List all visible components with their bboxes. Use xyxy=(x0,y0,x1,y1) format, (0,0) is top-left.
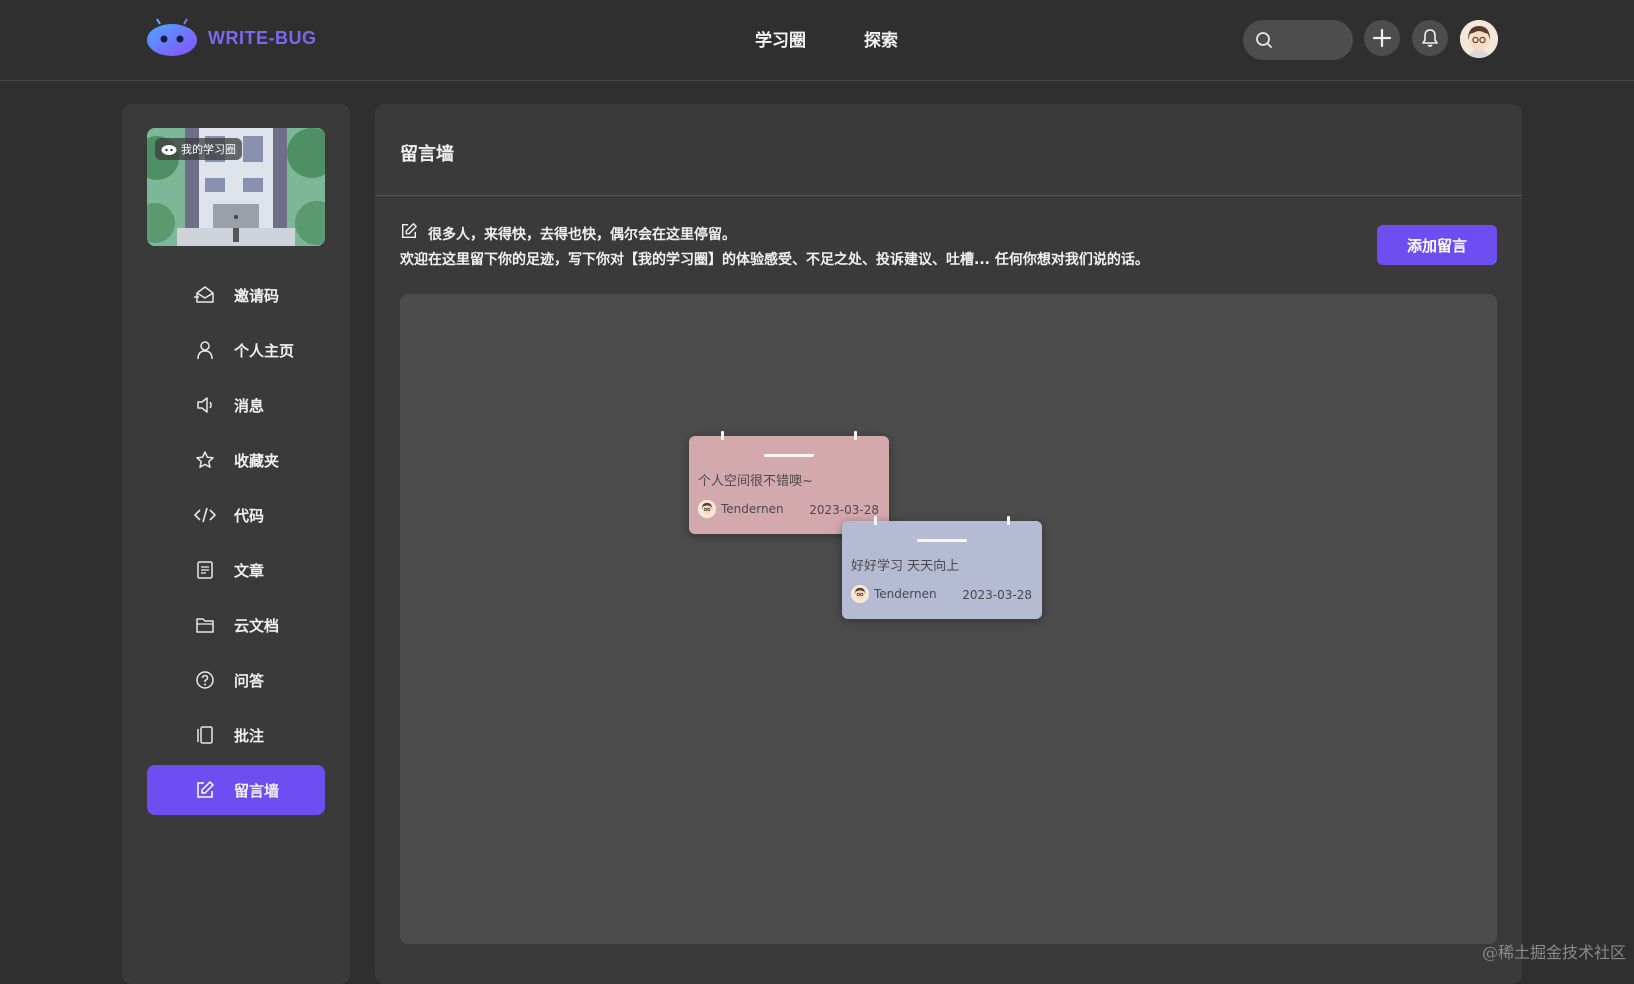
sidebar-item-favorites[interactable]: 收藏夹 xyxy=(147,435,325,485)
title-divider xyxy=(375,195,1522,196)
sidebar-item-label: 留言墙 xyxy=(234,781,280,800)
invite-icon xyxy=(194,284,216,306)
document-icon xyxy=(194,559,216,581)
plus-icon xyxy=(1372,28,1392,48)
note-drag-handle[interactable] xyxy=(764,454,814,457)
top-bar: WRITE-BUG 学习圈 探索 xyxy=(0,0,1634,81)
author-name: Tendernen xyxy=(721,502,784,516)
sidebar-item-label: 个人主页 xyxy=(234,341,295,360)
add-message-button[interactable]: 添加留言 xyxy=(1377,225,1497,265)
note-date: 2023-03-28 xyxy=(809,503,879,517)
message-note[interactable]: 个人空间很不错噢~ Tendernen 2023-03-28 xyxy=(689,431,889,534)
nav-explore[interactable]: 探索 xyxy=(864,26,898,51)
note-pin xyxy=(721,431,724,440)
banner-label: 我的学习圈 xyxy=(181,143,236,156)
search-input[interactable] xyxy=(1243,20,1353,60)
logo-robot-icon xyxy=(147,18,197,56)
note-pin xyxy=(1007,516,1010,525)
intro-line-1: 很多人，来得快，去得也快，偶尔会在这里停留。 xyxy=(428,227,736,243)
star-icon xyxy=(194,449,216,471)
nav-study-circle[interactable]: 学习圈 xyxy=(755,26,806,51)
sidebar-item-code[interactable]: 代码 xyxy=(147,490,325,540)
page-title: 留言墙 xyxy=(400,144,454,165)
search-icon xyxy=(1256,32,1272,48)
sidebar-item-qa[interactable]: 问答 xyxy=(147,655,325,705)
sidebar-item-articles[interactable]: 文章 xyxy=(147,545,325,595)
author-avatar xyxy=(698,500,716,518)
annotation-icon xyxy=(194,724,216,746)
question-icon xyxy=(194,669,216,691)
add-button[interactable] xyxy=(1364,20,1400,56)
study-circle-banner[interactable]: 我的学习圈 xyxy=(147,128,325,246)
sidebar-item-label: 邀请码 xyxy=(234,286,280,305)
author-name: Tendernen xyxy=(874,587,937,601)
robot-icon xyxy=(161,145,177,155)
note-text: 个人空间很不错噢~ xyxy=(698,474,813,489)
code-icon xyxy=(194,504,216,526)
logo-text: WRITE-BUG xyxy=(208,27,317,48)
sidebar-item-label: 消息 xyxy=(234,396,265,415)
sidebar-item-messages[interactable]: 消息 xyxy=(147,380,325,430)
notification-button[interactable] xyxy=(1412,20,1448,56)
note-author: Tendernen xyxy=(851,585,937,603)
sidebar-item-message-wall[interactable]: 留言墙 xyxy=(147,765,325,815)
sidebar-item-profile[interactable]: 个人主页 xyxy=(147,325,325,375)
note-pin xyxy=(874,516,877,525)
edit-icon xyxy=(194,779,216,801)
avatar-icon xyxy=(1460,20,1498,58)
user-icon xyxy=(194,339,216,361)
message-note[interactable]: 好好学习 天天向上 Tendernen 2023-03-28 xyxy=(842,516,1042,619)
note-date: 2023-03-28 xyxy=(962,588,1032,602)
sidebar-item-annotations[interactable]: 批注 xyxy=(147,710,325,760)
edit-icon xyxy=(400,222,418,248)
folder-icon xyxy=(194,614,216,636)
main-panel: 留言墙 很多人，来得快，去得也快，偶尔会在这里停留。 欢迎在这里留下你的足迹，写… xyxy=(375,104,1522,984)
sidebar-item-cloud-docs[interactable]: 云文档 xyxy=(147,600,325,650)
intro-text: 很多人，来得快，去得也快，偶尔会在这里停留。 欢迎在这里留下你的足迹，写下你对【… xyxy=(400,222,1149,272)
sidebar: 我的学习圈 邀请码 个人主页 消息 收藏夹 代码 文章 云文档 问答 批注 留言… xyxy=(122,104,350,984)
watermark: @稀土掘金技术社区 xyxy=(1481,943,1626,962)
intro-line-2: 欢迎在这里留下你的足迹，写下你对【我的学习圈】的体验感受、不足之处、投诉建议、吐… xyxy=(400,252,1149,268)
sidebar-item-label: 文章 xyxy=(234,561,265,580)
note-text: 好好学习 天天向上 xyxy=(851,559,960,574)
sidebar-menu: 邀请码 个人主页 消息 收藏夹 代码 文章 云文档 问答 批注 留言墙 xyxy=(147,270,325,820)
note-drag-handle[interactable] xyxy=(917,539,967,542)
sidebar-item-label: 云文档 xyxy=(234,616,280,635)
message-board: 个人空间很不错噢~ Tendernen 2023-03-28 好好学习 天天向上… xyxy=(400,294,1497,944)
sidebar-item-invite-code[interactable]: 邀请码 xyxy=(147,270,325,320)
sidebar-item-label: 批注 xyxy=(234,726,265,745)
user-avatar[interactable] xyxy=(1460,20,1498,58)
note-author: Tendernen xyxy=(698,500,784,518)
bell-icon xyxy=(1422,29,1438,47)
banner-badge: 我的学习圈 xyxy=(155,138,242,160)
sidebar-item-label: 收藏夹 xyxy=(234,451,280,470)
sidebar-item-label: 代码 xyxy=(234,506,265,525)
author-avatar xyxy=(851,585,869,603)
note-pin xyxy=(854,431,857,440)
speaker-icon xyxy=(194,394,216,416)
sidebar-item-label: 问答 xyxy=(234,671,265,690)
logo[interactable]: WRITE-BUG xyxy=(146,18,316,58)
